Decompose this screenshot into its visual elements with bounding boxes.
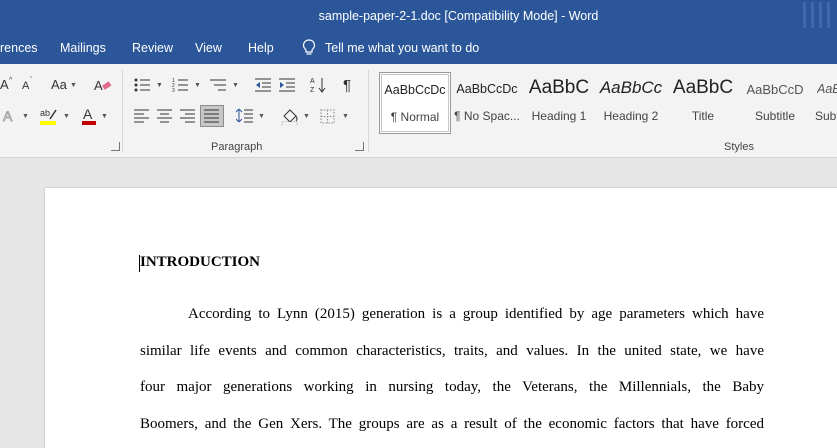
decrease-indent-icon[interactable]	[255, 77, 273, 93]
borders-icon[interactable]	[320, 109, 335, 124]
style-name: Heading 1	[531, 109, 587, 123]
style-heading-2[interactable]: AaBbCc Heading 2	[595, 72, 667, 134]
style-heading-1[interactable]: AaBbC Heading 1	[523, 72, 595, 134]
svg-text:Z: Z	[310, 87, 315, 94]
tell-me-search[interactable]: Tell me what you want to do	[302, 39, 479, 56]
ribbon: A ^ A ˇ Aa ▼ A A ▼ ab ▼ A ▼ ▼ 1 2 3 ▼ ▼ …	[0, 64, 837, 158]
tell-me-text: Tell me what you want to do	[325, 40, 480, 55]
svg-text:A: A	[310, 78, 315, 85]
ribbon-display-options-icon[interactable]	[803, 2, 833, 28]
ribbon-tabs: rences Mailings Review View Help Tell me…	[0, 32, 837, 64]
shrink-font-icon[interactable]: A ˇ	[22, 76, 38, 92]
style-name: Subtl	[815, 109, 837, 123]
style-name: Title	[691, 109, 715, 123]
tab-help[interactable]: Help	[248, 41, 274, 55]
style-sample: AaBbC	[672, 77, 734, 98]
style-sample: AaBbCc	[599, 78, 663, 97]
style-normal[interactable]: AaBbCcDc ¶ Normal	[379, 72, 451, 134]
bullets-icon[interactable]	[134, 77, 152, 93]
paragraph-line[interactable]: four major generations working in nursin…	[140, 379, 764, 396]
svg-text:A: A	[83, 106, 93, 122]
tab-references[interactable]: rences	[0, 41, 38, 55]
change-case-button[interactable]: Aa	[51, 77, 67, 92]
chevron-down-icon[interactable]: ▼	[232, 82, 239, 89]
svg-text:¶: ¶	[343, 77, 351, 94]
paragraph-line[interactable]: similar life events and common character…	[140, 343, 764, 360]
svg-text:A: A	[0, 77, 9, 92]
paragraph-group-label: Paragraph	[211, 141, 263, 153]
style-sample: AaBbCcDc	[384, 83, 446, 97]
chevron-down-icon[interactable]: ▼	[342, 113, 349, 120]
style-no-spacing[interactable]: AaBbCcDc ¶ No Spac...	[451, 72, 523, 134]
styles-group-label: Styles	[724, 141, 754, 153]
align-left-icon[interactable]	[134, 109, 150, 123]
chevron-down-icon[interactable]: ▼	[258, 113, 265, 120]
highlight-color-icon[interactable]: ab	[38, 106, 60, 126]
style-title[interactable]: AaBbC Title	[667, 72, 739, 134]
style-name: Subtitle	[754, 109, 796, 123]
style-sample: AaBl	[817, 82, 837, 96]
style-sample: AaBbC	[528, 77, 590, 98]
chevron-down-icon[interactable]: ▼	[194, 82, 201, 89]
tab-review[interactable]: Review	[132, 41, 173, 55]
style-sample: AaBbCcD	[746, 82, 804, 97]
group-separator	[368, 70, 369, 152]
svg-text:A: A	[94, 78, 103, 93]
document-canvas[interactable]: INTRODUCTION According to Lynn (2015) ge…	[0, 158, 837, 448]
justify-icon	[204, 109, 219, 123]
document-page[interactable]: INTRODUCTION According to Lynn (2015) ge…	[45, 188, 837, 448]
sort-icon[interactable]: AZ	[310, 76, 328, 94]
svg-text:^: ^	[9, 77, 13, 84]
align-center-icon[interactable]	[157, 109, 173, 123]
svg-text:3: 3	[172, 88, 175, 93]
clear-formatting-icon[interactable]: A	[94, 77, 112, 93]
style-subtitle[interactable]: AaBbCcD Subtitle	[739, 72, 811, 134]
multilevel-list-icon[interactable]	[210, 77, 228, 93]
line-spacing-icon[interactable]	[236, 108, 254, 124]
justify-button[interactable]	[200, 105, 224, 127]
grow-font-icon[interactable]: A ^	[0, 76, 18, 92]
show-formatting-marks-icon[interactable]: ¶	[342, 76, 356, 94]
chevron-down-icon[interactable]: ▼	[101, 113, 108, 120]
window-title: sample-paper-2-1.doc [Compatibility Mode…	[318, 9, 599, 23]
svg-text:A: A	[22, 80, 30, 92]
style-name: Heading 2	[603, 109, 659, 123]
align-right-icon[interactable]	[180, 109, 196, 123]
tab-mailings[interactable]: Mailings	[60, 41, 106, 55]
chevron-down-icon[interactable]: ▼	[303, 113, 310, 120]
paragraph-line[interactable]: According to Lynn (2015) generation is a…	[188, 306, 764, 323]
style-name: ¶ Normal	[390, 110, 440, 124]
style-subtle-emphasis[interactable]: AaBl Subtl	[811, 72, 837, 134]
lightbulb-icon	[302, 39, 316, 55]
svg-text:ab: ab	[40, 108, 50, 118]
svg-text:ˇ: ˇ	[30, 77, 33, 84]
paragraph-line[interactable]: Boomers, and the Gen Xers. The groups ar…	[140, 416, 764, 433]
font-dialog-launcher-icon[interactable]	[111, 142, 120, 151]
increase-indent-icon[interactable]	[279, 77, 297, 93]
paragraph-dialog-launcher-icon[interactable]	[355, 142, 364, 151]
title-bar: sample-paper-2-1.doc [Compatibility Mode…	[0, 0, 837, 32]
svg-text:A: A	[3, 108, 13, 124]
text-effects-icon[interactable]: A	[2, 107, 20, 125]
tab-view[interactable]: View	[195, 41, 222, 55]
document-heading[interactable]: INTRODUCTION	[140, 254, 260, 271]
chevron-down-icon[interactable]: ▼	[22, 113, 29, 120]
style-sample: AaBbCcDc	[456, 82, 518, 96]
shading-icon[interactable]	[281, 107, 301, 125]
chevron-down-icon[interactable]: ▼	[156, 82, 163, 89]
chevron-down-icon[interactable]: ▼	[63, 113, 70, 120]
font-color-icon[interactable]: A	[80, 106, 98, 126]
chevron-down-icon[interactable]: ▼	[70, 82, 77, 89]
numbering-icon[interactable]: 1 2 3	[172, 77, 190, 93]
group-separator	[122, 70, 123, 152]
style-name: ¶ No Spac...	[454, 109, 520, 123]
